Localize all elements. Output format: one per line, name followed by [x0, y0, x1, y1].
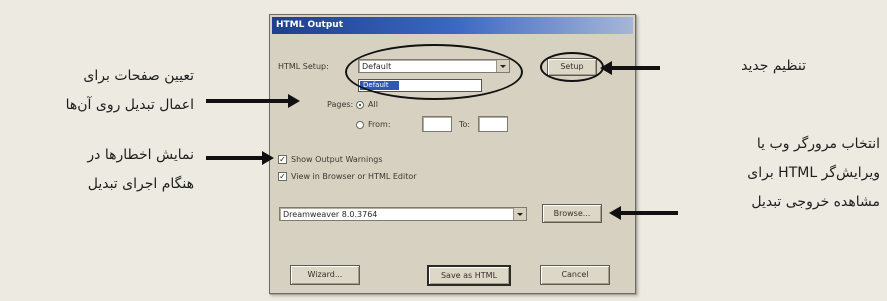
to-page-input[interactable]	[478, 116, 508, 132]
show-warnings-label: Show Output Warnings	[291, 155, 383, 164]
pages-all-label: All	[368, 100, 378, 109]
browser-note-line2: ویرایش‌گر HTML برای	[747, 165, 880, 181]
warnings-note-line1: نمایش اخطارها در	[87, 147, 194, 163]
save-as-html-button[interactable]: Save as HTML	[427, 265, 511, 286]
to-label: To:	[459, 120, 471, 129]
pages-all-radio[interactable]	[356, 101, 364, 109]
wizard-button[interactable]: Wizard...	[290, 265, 360, 285]
warnings-annotation: نمایش اخطارها در هنگام اجرای تبدیل	[14, 141, 194, 199]
setup-note: تنظیم جدید	[741, 58, 806, 74]
cancel-button[interactable]: Cancel	[540, 265, 610, 285]
arrow-line	[620, 211, 678, 215]
pages-annotation: تعیین صفحات برای اعمال تبدیل روی آن‌ها	[14, 62, 194, 120]
setup-annotation: تنظیم جدید	[676, 54, 806, 78]
pages-range-radio[interactable]	[356, 121, 364, 129]
browser-note-line1: انتخاب مرورگر وب یا	[756, 136, 880, 152]
from-page-input[interactable]	[422, 116, 452, 132]
pages-label: Pages:	[327, 100, 354, 109]
arrow-line	[206, 156, 264, 160]
browser-select[interactable]: Dreamweaver 8.0.3764	[279, 207, 527, 221]
show-warnings-checkbox[interactable]: ✓	[278, 155, 287, 164]
browser-value: Dreamweaver 8.0.3764	[283, 210, 378, 219]
setup-select-highlight-ellipse	[345, 44, 523, 100]
setup-button-highlight-ellipse	[540, 52, 604, 82]
dialog-title: HTML Output	[272, 17, 633, 34]
pages-note-line1: تعیین صفحات برای	[83, 68, 194, 84]
browser-annotation: انتخاب مرورگر وب یا ویرایش‌گر HTML برای …	[685, 130, 880, 217]
browse-button[interactable]: Browse...	[542, 204, 602, 223]
from-label: From:	[368, 120, 391, 129]
chevron-down-icon[interactable]	[513, 208, 526, 220]
warnings-note-line2: هنگام اجرای تبدیل	[87, 176, 194, 192]
arrow-right-icon	[262, 151, 274, 165]
view-in-browser-label: View in Browser or HTML Editor	[291, 172, 417, 181]
arrow-left-icon	[600, 61, 612, 75]
pages-note-line2: اعمال تبدیل روی آن‌ها	[65, 97, 194, 113]
browser-note-line3: مشاهده خروجی تبدیل	[751, 194, 880, 210]
html-setup-label: HTML Setup:	[278, 62, 329, 71]
arrow-line	[610, 66, 660, 70]
arrow-right-icon	[288, 94, 300, 108]
arrow-left-icon	[609, 206, 621, 220]
arrow-line	[206, 99, 290, 103]
view-in-browser-checkbox[interactable]: ✓	[278, 172, 287, 181]
